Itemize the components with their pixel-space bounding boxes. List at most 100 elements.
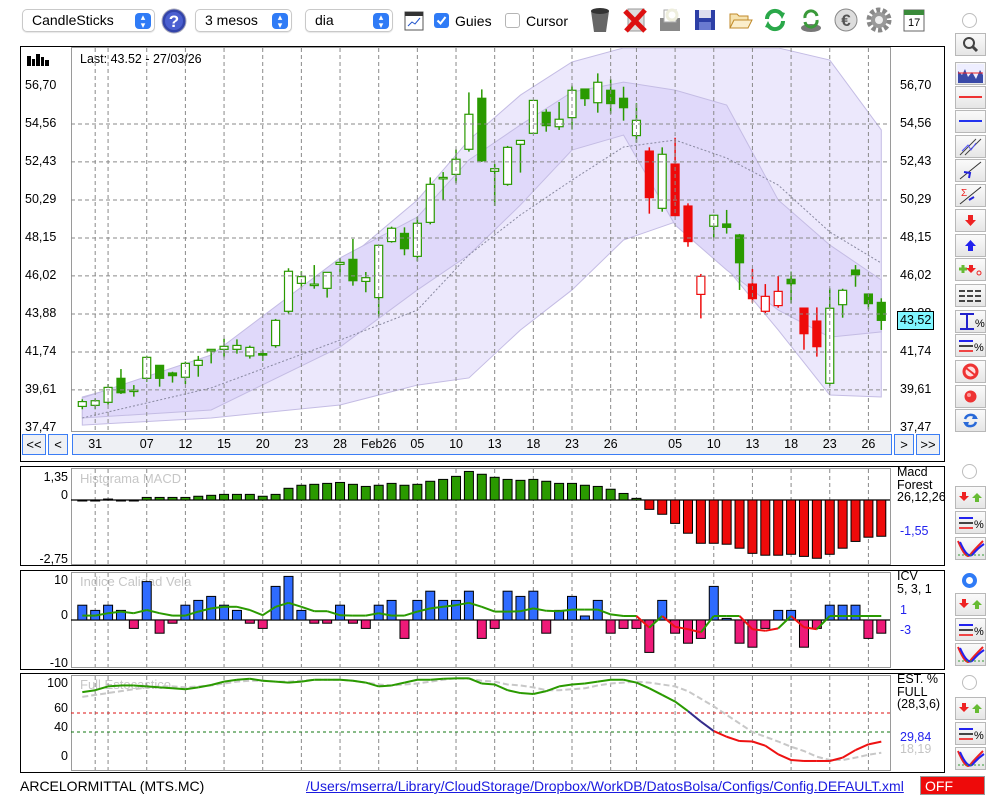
price-plot-area[interactable] bbox=[71, 47, 891, 432]
guides-checkbox[interactable] bbox=[434, 13, 449, 28]
date-axis-label[interactable]: 18 bbox=[513, 437, 553, 451]
svg-text:%: % bbox=[974, 519, 984, 531]
horizontal-blue-line-button[interactable] bbox=[955, 110, 986, 133]
curve-button[interactable] bbox=[955, 537, 986, 560]
price-axis-label-right: 52,43 bbox=[900, 153, 932, 168]
stochastic-plot-area[interactable] bbox=[71, 675, 891, 771]
lines-percent-icon: % bbox=[959, 340, 984, 354]
signals-button[interactable] bbox=[955, 486, 986, 509]
date-axis-label[interactable]: 13 bbox=[475, 437, 515, 451]
lines-percent-button[interactable]: % bbox=[955, 722, 986, 745]
trendline-button[interactable] bbox=[955, 159, 986, 182]
channel-button[interactable] bbox=[955, 135, 986, 158]
date-axis-label[interactable]: 23 bbox=[810, 437, 850, 451]
trendline-icon bbox=[959, 161, 982, 180]
curve-button[interactable] bbox=[955, 643, 986, 666]
price-axis-label-left: 52,43 bbox=[25, 153, 57, 168]
config-path-link[interactable]: /Users/mserra/Library/CloudStorage/Dropb… bbox=[306, 778, 904, 794]
trash-icon[interactable] bbox=[586, 6, 614, 34]
chart-type-select[interactable]: CandleSticks ▴ ▾ bbox=[22, 9, 155, 32]
stop-button[interactable] bbox=[955, 360, 986, 383]
macd-plot-area[interactable] bbox=[71, 468, 891, 565]
date-axis-label[interactable]: 23 bbox=[552, 437, 592, 451]
date-axis-label[interactable]: 18 bbox=[771, 437, 811, 451]
current-price-badge: 43,52 bbox=[897, 311, 935, 331]
date-axis-label[interactable]: 13 bbox=[732, 437, 772, 451]
record-button[interactable] bbox=[955, 385, 986, 408]
last-page-button[interactable]: >> bbox=[916, 434, 940, 455]
print-preview-icon[interactable] bbox=[656, 6, 684, 34]
folder-icon[interactable] bbox=[726, 6, 754, 34]
euro-icon[interactable]: € bbox=[832, 6, 860, 34]
lines-percent-icon: % bbox=[959, 517, 984, 531]
period-select[interactable]: 3 mesos ▴ ▾ bbox=[195, 9, 292, 32]
zoom-button[interactable] bbox=[955, 33, 986, 56]
off-toggle-button[interactable]: OFF bbox=[920, 776, 985, 795]
price-axis-label-left: 50,29 bbox=[25, 191, 57, 206]
delete-icon[interactable] bbox=[621, 6, 649, 34]
sigma-trendline-button[interactable]: Σ bbox=[955, 184, 986, 207]
chart-thumbnail-button[interactable] bbox=[955, 62, 986, 85]
horizontal-red-line-button[interactable] bbox=[955, 86, 986, 109]
svg-text:%: % bbox=[975, 318, 985, 330]
interval-select[interactable]: dia ▴ ▾ bbox=[305, 9, 393, 32]
curve-button[interactable] bbox=[955, 747, 986, 770]
date-axis-label[interactable]: 10 bbox=[694, 437, 734, 451]
macd-last-value: -1,55 bbox=[900, 524, 929, 538]
icv-radio-selected[interactable] bbox=[962, 573, 977, 588]
date-axis-label[interactable]: 28 bbox=[320, 437, 360, 451]
date-axis-label[interactable]: 05 bbox=[655, 437, 695, 451]
legend-line: EST. % bbox=[897, 672, 938, 686]
price-axis-label-left: 43,88 bbox=[25, 305, 57, 320]
date-axis-label[interactable]: 12 bbox=[165, 437, 205, 451]
next-button[interactable]: > bbox=[894, 434, 914, 455]
sell-arrow-button[interactable] bbox=[955, 209, 986, 232]
date-axis-label[interactable]: 07 bbox=[127, 437, 167, 451]
signals-button[interactable] bbox=[955, 697, 986, 720]
lines-percent-button[interactable]: % bbox=[955, 334, 986, 357]
calendar-icon[interactable]: 17 bbox=[900, 6, 928, 34]
horizontal-red-line-icon bbox=[959, 96, 982, 98]
save-icon[interactable] bbox=[691, 6, 719, 34]
previous-button[interactable]: < bbox=[48, 434, 68, 455]
date-axis-label[interactable]: 26 bbox=[848, 437, 888, 451]
date-axis-label[interactable]: 31 bbox=[75, 437, 115, 451]
icv-plot-area[interactable] bbox=[71, 572, 891, 668]
sync-button[interactable] bbox=[955, 409, 986, 432]
legend-line: ICV bbox=[897, 569, 918, 583]
dashed-lines-button[interactable] bbox=[955, 284, 986, 307]
price-axis-label-left: 39,61 bbox=[25, 381, 57, 396]
period-value: 3 mesos bbox=[205, 12, 258, 28]
date-axis-label[interactable]: 20 bbox=[243, 437, 283, 451]
price-axis-label-right: 56,70 bbox=[900, 78, 932, 92]
refresh-icon[interactable] bbox=[761, 6, 789, 34]
lines-percent-button[interactable]: % bbox=[955, 618, 986, 641]
gear-icon[interactable] bbox=[865, 6, 893, 34]
help-icon[interactable]: ? bbox=[161, 8, 187, 34]
sigma-trendline-icon: Σ bbox=[959, 186, 982, 205]
first-page-button[interactable]: << bbox=[22, 434, 46, 455]
date-axis-label[interactable]: Feb26 bbox=[359, 437, 399, 451]
macd-radio[interactable] bbox=[962, 464, 977, 479]
stoch-radio[interactable] bbox=[962, 675, 977, 690]
money-refresh-icon[interactable]: $ bbox=[797, 6, 825, 34]
date-axis-label[interactable]: 10 bbox=[436, 437, 476, 451]
add-signal-button[interactable] bbox=[955, 258, 986, 281]
price-axis-label-right: 50,29 bbox=[900, 191, 932, 206]
range-percent-button[interactable]: % bbox=[955, 310, 986, 333]
signals-button[interactable] bbox=[955, 593, 986, 616]
date-axis-label[interactable]: 15 bbox=[204, 437, 244, 451]
main-chart-radio[interactable] bbox=[962, 13, 977, 28]
buy-arrow-button[interactable] bbox=[955, 234, 986, 257]
date-axis-label[interactable]: 26 bbox=[591, 437, 631, 451]
icv-ytick: 0 bbox=[61, 608, 68, 622]
cursor-checkbox[interactable] bbox=[505, 13, 520, 28]
guides-label: Guies bbox=[455, 13, 492, 29]
signals-icon bbox=[959, 492, 982, 502]
date-axis-label[interactable]: 23 bbox=[281, 437, 321, 451]
price-axis-label-right: 41,74 bbox=[900, 344, 932, 358]
date-axis-label[interactable]: 05 bbox=[397, 437, 437, 451]
chart-settings-icon[interactable] bbox=[404, 11, 424, 31]
lines-percent-button[interactable]: % bbox=[955, 511, 986, 534]
volume-bars-icon[interactable] bbox=[27, 54, 53, 69]
